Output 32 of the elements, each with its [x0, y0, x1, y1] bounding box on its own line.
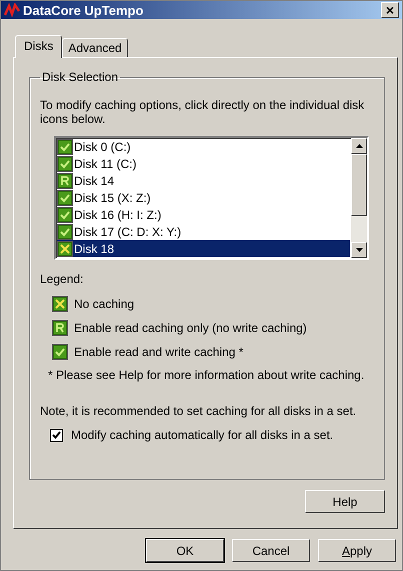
disk-list-item[interactable]: Disk 15 (X: Z:) — [57, 190, 350, 206]
disk-list-item[interactable]: Disk 11 (C:) — [57, 156, 350, 173]
scroll-down-button[interactable] — [351, 242, 367, 258]
disk-list-item[interactable]: Disk 16 (H: I: Z:) — [57, 206, 350, 224]
logo-icon — [4, 3, 20, 17]
footnote-text: * Please see Help for more information about write caching. — [48, 368, 366, 382]
window-title: DataCore UpTempo — [23, 2, 144, 18]
disk-list-item[interactable]: Disk 14 — [57, 172, 350, 190]
note-text: Note, it is recommended to set caching for all disks in a set. — [40, 404, 358, 418]
scroll-thumb[interactable] — [351, 154, 367, 216]
dialog-button[interactable]: OK — [146, 539, 224, 562]
dialog-button[interactable]: Cancel — [232, 539, 310, 562]
checkbox[interactable] — [50, 428, 63, 442]
disk-list-item[interactable]: Disk 17 (C: D: X: Y:) — [57, 223, 350, 240]
scrollbar[interactable] — [351, 138, 367, 258]
legend-label: Enable read caching only (no write caching) — [74, 321, 307, 335]
scroll-up-button[interactable] — [351, 138, 367, 154]
legend-label: Enable read and write caching * — [74, 345, 244, 359]
dialog-button[interactable]: Apply — [318, 539, 396, 562]
close-button[interactable]: × — [381, 2, 399, 18]
disk-list-item[interactable]: Disk 18 — [57, 240, 350, 258]
checkbox-label: Modify caching automatically for all disks in a set. — [71, 428, 334, 442]
help-button[interactable]: Help — [305, 490, 385, 513]
disk-list-item[interactable]: Disk 0 (C:) — [57, 139, 350, 156]
legend-heading: Legend: — [40, 272, 84, 286]
group-title: Disk Selection — [41, 70, 120, 84]
legend-label: No caching — [74, 297, 134, 311]
up-arrow-icon — [356, 144, 362, 148]
tab[interactable]: Disks — [15, 35, 62, 58]
instructions-text: To modify caching options, click directly on the individual disk icons below. — [40, 98, 366, 126]
tab[interactable]: Advanced — [62, 38, 128, 57]
down-arrow-icon — [356, 248, 362, 252]
